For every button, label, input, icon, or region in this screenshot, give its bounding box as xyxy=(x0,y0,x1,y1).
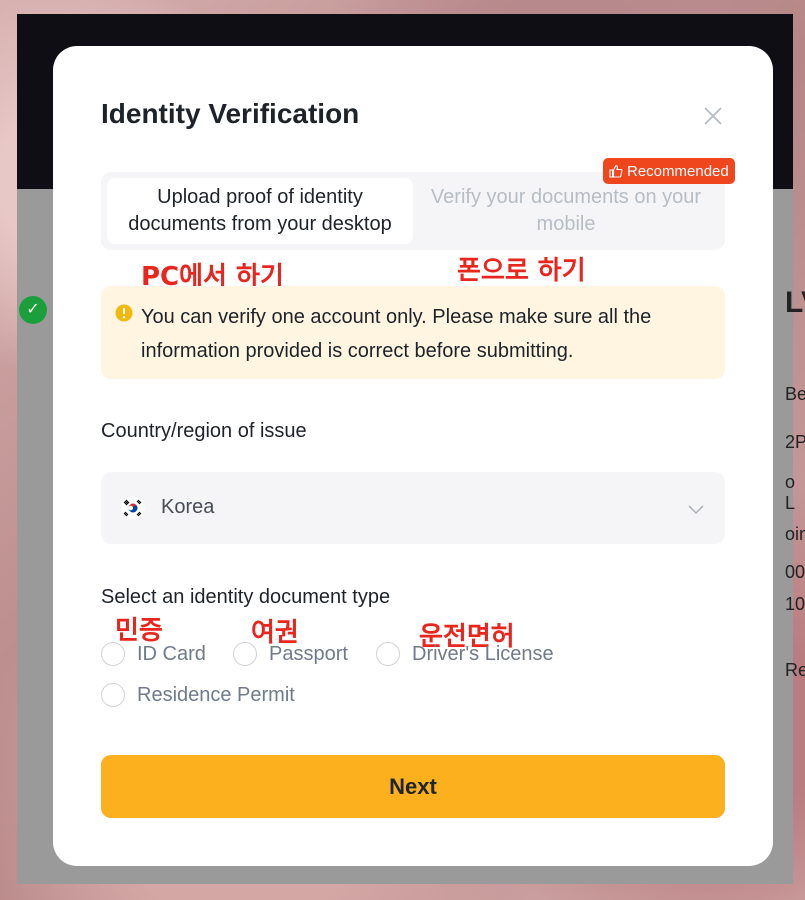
next-button[interactable]: Next xyxy=(101,755,725,818)
radio-button[interactable] xyxy=(101,683,125,707)
radio-passport[interactable]: Passport xyxy=(233,642,348,666)
background-text: o L xyxy=(785,472,796,513)
radio-label: Residence Permit xyxy=(137,683,295,706)
warning-notice: You can verify one account only. Please … xyxy=(101,286,725,379)
close-icon xyxy=(704,107,722,125)
country-value: Korea xyxy=(161,496,215,518)
background-text: 00 xyxy=(785,562,805,582)
tab-desktop-upload[interactable]: Upload proof of identity documents from … xyxy=(107,178,413,244)
radio-drivers-license[interactable]: Driver's License xyxy=(376,642,554,666)
warning-text: You can verify one account only. Please … xyxy=(141,306,652,362)
background-text: Rec xyxy=(785,660,805,680)
warning-icon xyxy=(115,304,133,322)
radio-button[interactable] xyxy=(376,642,400,666)
close-button[interactable] xyxy=(699,102,727,130)
korea-flag-icon xyxy=(121,496,145,520)
background-text: Ben xyxy=(785,384,805,404)
country-select[interactable]: Korea xyxy=(101,472,725,544)
thumbs-up-icon xyxy=(609,164,623,178)
recommended-badge: Recommended xyxy=(603,158,735,184)
recommended-badge-label: Recommended xyxy=(627,162,729,180)
green-check-icon: ✓ xyxy=(19,296,47,324)
background-text: 2P xyxy=(785,432,805,452)
annotation-phone: 폰으로 하기 xyxy=(457,256,586,286)
radio-button[interactable] xyxy=(101,642,125,666)
tab-desktop-label: Upload proof of identity documents from … xyxy=(128,186,392,235)
tab-mobile-verify[interactable]: Verify your documents on your mobile xyxy=(413,178,719,244)
radio-label: ID Card xyxy=(137,642,206,665)
radio-label: Driver's License xyxy=(412,642,554,665)
chevron-down-icon xyxy=(688,505,704,515)
identity-verification-modal: Identity Verification Upload proof of id… xyxy=(53,46,773,866)
radio-button[interactable] xyxy=(233,642,257,666)
radio-residence-permit[interactable]: Residence Permit xyxy=(101,683,295,707)
country-label: Country/region of issue xyxy=(101,420,307,442)
radio-id-card[interactable]: ID Card xyxy=(101,642,206,666)
background-text: oin xyxy=(785,524,805,544)
background-text: LV xyxy=(785,286,805,319)
tab-mobile-label: Verify your documents on your mobile xyxy=(430,186,702,235)
modal-title: Identity Verification xyxy=(101,98,360,129)
background-text: 10 xyxy=(785,594,805,614)
document-type-label: Select an identity document type xyxy=(101,586,391,608)
radio-label: Passport xyxy=(269,642,348,665)
